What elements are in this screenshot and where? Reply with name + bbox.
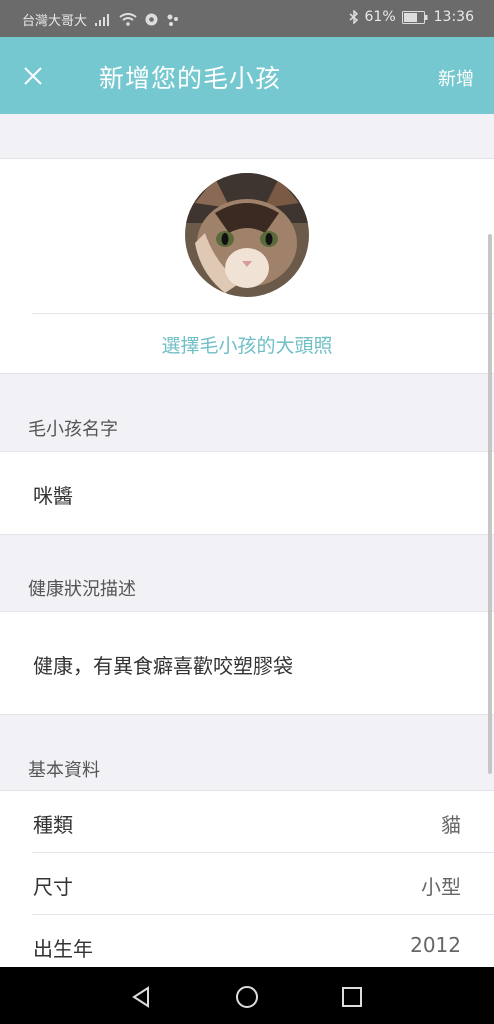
health-value[interactable]: 健康，有異食癖喜歡咬塑膠袋 [33, 650, 293, 679]
size-label: 尺寸 [33, 875, 73, 899]
avatar-section: 選擇毛小孩的大頭照 [0, 158, 494, 374]
back-icon [132, 986, 149, 1008]
species-label: 種類 [33, 813, 73, 837]
bluetooth-icon [349, 10, 359, 24]
birth-year-label: 出生年 [33, 937, 93, 961]
app-bar: 新增您的毛小孩 新增 [0, 37, 494, 114]
birth-year-value: 2012 [410, 933, 461, 957]
choose-avatar-link[interactable]: 選擇毛小孩的大頭照 [0, 331, 494, 358]
basic-section-label: 基本資料 [28, 760, 100, 781]
carrier-label: 台灣大哥大 [22, 14, 88, 29]
species-value: 貓 [441, 813, 461, 837]
birth-year-row[interactable]: 出生年 2012 [0, 915, 494, 967]
clock: 13:36 [433, 9, 474, 25]
health-section-label: 健康狀況描述 [28, 579, 136, 600]
scrollbar[interactable] [488, 234, 492, 774]
recents-button[interactable] [337, 982, 367, 1012]
home-icon [236, 986, 258, 1008]
name-value[interactable]: 咪醬 [33, 480, 73, 509]
system-nav-bar [0, 967, 494, 1024]
wifi-icon [119, 13, 137, 26]
name-field[interactable]: 咪醬 [0, 451, 494, 535]
size-row[interactable]: 尺寸 小型 [0, 853, 494, 915]
status-bar: 台灣大哥大 61% 13:36 [0, 0, 494, 37]
add-button[interactable]: 新增 [438, 65, 474, 91]
form-content[interactable]: 選擇毛小孩的大頭照 毛小孩名字 咪醬 健康狀況描述 健康，有異食癖喜歡咬塑膠袋 … [0, 114, 494, 967]
recents-icon [342, 987, 362, 1007]
close-button[interactable] [18, 61, 48, 91]
name-section-label: 毛小孩名字 [28, 419, 118, 440]
size-value: 小型 [421, 875, 461, 899]
close-icon [24, 67, 42, 85]
species-row[interactable]: 種類 貓 [0, 791, 494, 853]
chrome-icon [145, 13, 158, 26]
signal-icon [95, 13, 111, 26]
page-title: 新增您的毛小孩 [99, 64, 282, 93]
divider [32, 313, 494, 314]
health-field[interactable]: 健康，有異食癖喜歡咬塑膠袋 [0, 611, 494, 715]
back-button[interactable] [126, 982, 156, 1012]
battery-percent: 61% [364, 9, 396, 25]
cat-photo-icon [185, 173, 309, 297]
home-button[interactable] [232, 982, 262, 1012]
battery-icon [401, 10, 428, 24]
app-notification-icon [166, 13, 180, 27]
pet-avatar[interactable] [185, 173, 309, 297]
